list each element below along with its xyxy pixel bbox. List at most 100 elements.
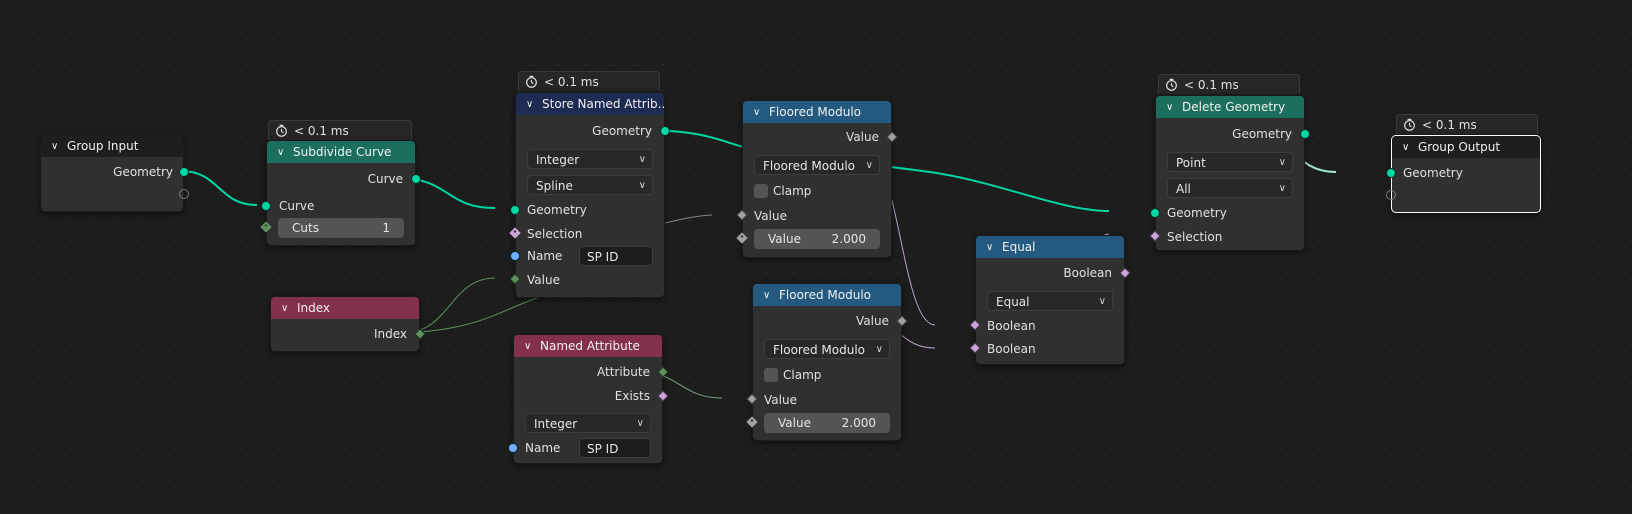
node-header[interactable]: ∨ Index [271, 297, 419, 319]
dropdown-value: All [1176, 182, 1191, 196]
value-number: 2.000 [831, 232, 866, 246]
socket-curve-input[interactable] [261, 201, 271, 211]
timer-text: < 0.1 ms [294, 124, 349, 138]
mode-dropdown[interactable]: All ∨ [1167, 178, 1293, 198]
input-value-label: Value [764, 393, 797, 407]
input-geometry-label: Geometry [1403, 166, 1463, 180]
timer-text: < 0.1 ms [1184, 78, 1239, 92]
chevron-down-icon: ∨ [638, 154, 646, 165]
stopwatch-icon [1166, 78, 1177, 91]
input-boolean-a-label: Boolean [987, 319, 1036, 333]
chevron-down-icon[interactable]: ∨ [1402, 137, 1412, 158]
node-header[interactable]: ∨ Floored Modulo [743, 101, 891, 123]
node-header[interactable]: ∨ Group Input [41, 135, 183, 157]
clamp-checkbox[interactable] [764, 368, 778, 382]
socket-empty-output[interactable] [179, 189, 189, 199]
node-header[interactable]: ∨ Group Output [1392, 136, 1540, 158]
value-field[interactable]: Value 2.000 [754, 229, 880, 249]
output-value-label: Value [856, 314, 889, 328]
operation-dropdown[interactable]: Floored Modulo ∨ [764, 339, 890, 359]
output-boolean-label: Boolean [1063, 266, 1112, 280]
socket-geometry-output[interactable] [660, 126, 670, 136]
chevron-down-icon: ∨ [638, 180, 646, 191]
socket-name-input[interactable] [508, 443, 518, 453]
stopwatch-icon [526, 75, 537, 88]
chevron-down-icon[interactable]: ∨ [277, 142, 287, 163]
chevron-down-icon: ∨ [1098, 296, 1106, 307]
output-value-label: Value [846, 130, 879, 144]
input-name-label: Name [527, 249, 563, 263]
node-store-named-attribute[interactable]: ∨ Store Named Attrib... Geometry Integer ∨… [509, 92, 670, 298]
socket-geometry-output[interactable] [179, 167, 189, 177]
node-header[interactable]: ∨ Delete Geometry [1156, 96, 1304, 118]
output-exists-label: Exists [614, 389, 650, 403]
cuts-field[interactable]: Cuts 1 [278, 218, 404, 238]
socket-geometry-input[interactable] [510, 205, 520, 215]
timer-badge: < 0.1 ms [268, 120, 412, 140]
socket-empty-input[interactable] [1386, 190, 1396, 200]
domain-dropdown[interactable]: Point ∨ [1167, 152, 1293, 172]
chevron-down-icon: ∨ [636, 418, 644, 429]
name-text-field[interactable]: SP ID [579, 438, 651, 458]
output-geometry-label: Geometry [592, 124, 652, 138]
node-header[interactable]: ∨ Subdivide Curve [267, 141, 415, 163]
dropdown-value: Integer [534, 417, 578, 431]
node-title: Store Named Attrib... [542, 97, 664, 111]
chevron-down-icon[interactable]: ∨ [281, 298, 291, 319]
timer-badge: < 0.1 ms [1158, 74, 1300, 94]
node-title: Equal [1002, 240, 1036, 254]
dropdown-value: Floored Modulo [763, 159, 855, 173]
node-group-input[interactable]: ∨ Group Input Geometry [40, 134, 189, 212]
chevron-down-icon[interactable]: ∨ [1166, 97, 1176, 118]
node-floored-modulo-2[interactable]: ∨ Floored Modulo Value Floored Modulo ∨ Cl… [746, 283, 908, 441]
input-geometry-label: Geometry [1167, 206, 1227, 220]
clamp-checkbox[interactable] [754, 184, 768, 198]
socket-geometry-output[interactable] [1300, 129, 1310, 139]
node-header[interactable]: ∨ Named Attribute [514, 335, 662, 357]
operation-dropdown[interactable]: Floored Modulo ∨ [754, 155, 880, 175]
socket-curve-output[interactable] [411, 174, 421, 184]
chevron-down-icon[interactable]: ∨ [763, 285, 773, 306]
node-header[interactable]: ∨ Store Named Attrib... [516, 93, 664, 115]
node-equal[interactable]: ∨ Equal Boolean Equal ∨ Boolean Boolean [969, 235, 1131, 365]
timer-badge: < 0.1 ms [518, 71, 660, 91]
chevron-down-icon[interactable]: ∨ [526, 94, 536, 115]
node-floored-modulo-1[interactable]: ∨ Floored Modulo Value Floored Modulo ∨ Cl… [736, 100, 898, 258]
chevron-down-icon: ∨ [875, 344, 883, 355]
node-header[interactable]: ∨ Equal [976, 236, 1124, 258]
socket-geometry-input[interactable] [1386, 168, 1396, 178]
value-field[interactable]: Value 2.000 [764, 413, 890, 433]
stopwatch-icon [1404, 118, 1415, 131]
socket-geometry-input[interactable] [1150, 208, 1160, 218]
chevron-down-icon[interactable]: ∨ [524, 336, 534, 357]
dropdown-value: Integer [536, 153, 580, 167]
data-type-dropdown[interactable]: Integer ∨ [527, 149, 653, 169]
chevron-down-icon[interactable]: ∨ [753, 102, 763, 123]
dropdown-value: Spline [536, 179, 573, 193]
chevron-down-icon: ∨ [1278, 183, 1286, 194]
value-number: 2.000 [841, 416, 876, 430]
clamp-label: Clamp [773, 184, 812, 198]
input-value-label: Value [754, 209, 787, 223]
timer-badge: < 0.1 ms [1396, 114, 1538, 134]
domain-dropdown[interactable]: Spline ∨ [527, 175, 653, 195]
node-index[interactable]: ∨ Index Index [270, 296, 426, 352]
node-group-output[interactable]: ∨ Group Output Geometry [1386, 135, 1541, 213]
input-selection-label: Selection [527, 227, 583, 241]
node-title: Subdivide Curve [293, 145, 392, 159]
node-delete-geometry[interactable]: ∨ Delete Geometry Geometry Point ∨ All ∨ Ge… [1149, 95, 1310, 251]
value-label: Value [778, 416, 811, 430]
chevron-down-icon: ∨ [865, 160, 873, 171]
node-header[interactable]: ∨ Floored Modulo [753, 284, 901, 306]
node-title: Named Attribute [540, 339, 640, 353]
input-selection-label: Selection [1167, 230, 1223, 244]
data-type-dropdown[interactable]: Integer ∨ [525, 413, 651, 433]
output-geometry-label: Geometry [1232, 127, 1292, 141]
operation-dropdown[interactable]: Equal ∨ [987, 291, 1113, 311]
socket-name-input[interactable] [510, 251, 520, 261]
node-named-attribute[interactable]: ∨ Named Attribute Attribute Exists Intege… [508, 334, 669, 464]
node-subdivide-curve[interactable]: ∨ Subdivide Curve Curve Curve Cuts 1 [260, 140, 421, 246]
name-text-field[interactable]: SP ID [579, 246, 653, 266]
chevron-down-icon[interactable]: ∨ [986, 237, 996, 258]
chevron-down-icon[interactable]: ∨ [51, 136, 61, 157]
